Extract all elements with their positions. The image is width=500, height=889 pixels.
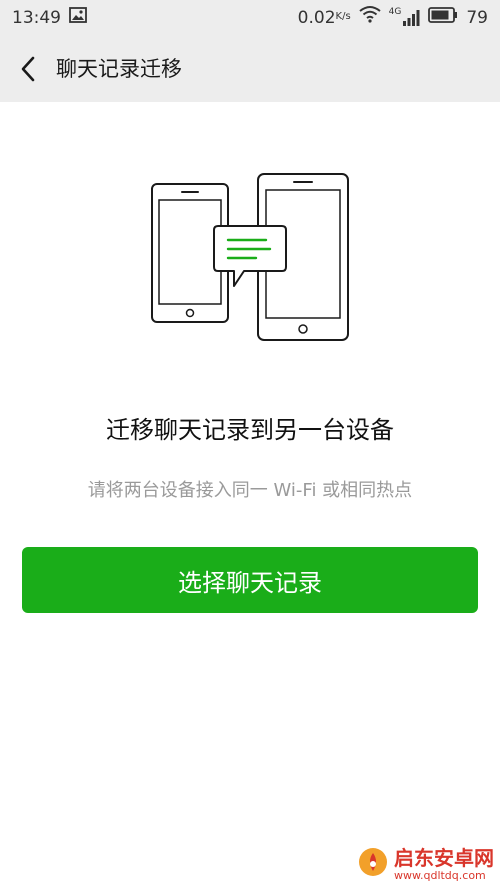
status-time: 13:49: [12, 8, 61, 28]
network-type: 4G: [388, 7, 402, 17]
headline: 迁移聊天记录到另一台设备: [106, 416, 394, 444]
watermark-url: www.qdltdq.com: [394, 868, 486, 882]
nav-bar: 聊天记录迁移: [0, 36, 500, 102]
signal-icon: 4G: [388, 7, 421, 26]
net-speed-value: 0.02: [297, 8, 336, 28]
watermark-logo-icon: [358, 847, 388, 881]
watermark-name: 启东安卓网: [394, 845, 494, 870]
select-chat-history-button[interactable]: 选择聊天记录: [22, 547, 478, 613]
watermark: 启东安卓网 www.qdltdq.com: [358, 847, 494, 881]
net-speed: 0.02K/s: [298, 0, 351, 36]
battery-level: 79: [466, 8, 488, 28]
chevron-left-icon[interactable]: [14, 53, 46, 85]
subtitle: 请将两台设备接入同一 Wi-Fi 或相同热点: [87, 480, 413, 501]
status-right: 0.02K/s 4G 79: [298, 0, 488, 36]
status-left: 13:49: [12, 0, 87, 36]
wifi-icon: [359, 0, 381, 36]
battery-icon: [428, 0, 458, 36]
net-speed-unit: K/s: [335, 11, 351, 22]
transfer-illustration: [140, 168, 360, 344]
page-title: 聊天记录迁移: [56, 57, 182, 81]
image-icon: [69, 0, 87, 36]
status-bar: 13:49 0.02K/s 4G 79: [0, 0, 500, 36]
